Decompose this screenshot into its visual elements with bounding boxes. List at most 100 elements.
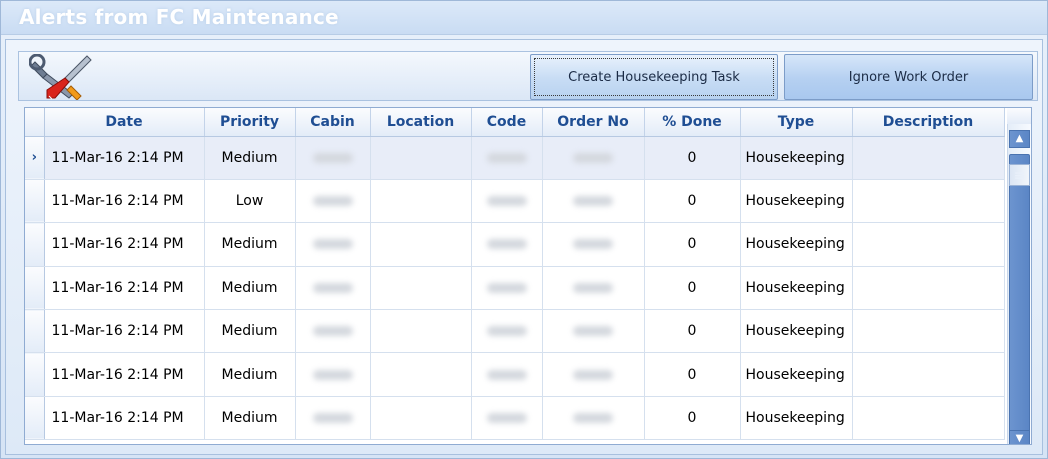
row-indicator[interactable]: › — [25, 136, 45, 180]
scroll-down-arrow-icon[interactable]: ▼ — [1009, 430, 1030, 444]
cell-date[interactable]: 11-Mar-16 2:14 PM — [44, 352, 205, 397]
row-indicator[interactable] — [25, 222, 45, 267]
cell-type[interactable]: Housekeeping — [740, 136, 853, 180]
cell-priority[interactable]: Medium — [204, 222, 296, 267]
cell-cabin[interactable] — [295, 396, 371, 441]
cell-order-no[interactable] — [542, 179, 645, 224]
cell-cabin[interactable] — [295, 266, 371, 311]
cell-priority[interactable]: Medium — [204, 266, 296, 311]
cell-order-no[interactable] — [542, 396, 645, 441]
cell-code[interactable] — [471, 222, 543, 267]
cell-order-no[interactable] — [542, 222, 645, 267]
cell-order-no[interactable] — [542, 309, 645, 354]
create-housekeeping-task-button[interactable]: Create Housekeeping Task — [530, 54, 778, 100]
cell-order-no[interactable] — [542, 352, 645, 397]
cell-cabin[interactable] — [295, 179, 371, 224]
redacted-value — [486, 369, 527, 380]
cell-description[interactable] — [852, 266, 1005, 311]
cell-code[interactable] — [471, 309, 543, 354]
cell-date[interactable]: 11-Mar-16 2:14 PM — [44, 396, 205, 441]
table-row[interactable]: 11-Mar-16 2:14 PM Medium 0 Housekeeping — [25, 309, 1005, 354]
cell-code[interactable] — [471, 352, 543, 397]
column-header-cabin[interactable]: Cabin — [295, 108, 371, 137]
table-row[interactable]: 11-Mar-16 2:14 PM Low 0 Housekeeping — [25, 179, 1005, 224]
column-header-description[interactable]: Description — [852, 108, 1005, 137]
cell-order-no[interactable] — [542, 266, 645, 311]
cell-type[interactable]: Housekeeping — [740, 396, 853, 441]
cell-cabin[interactable] — [295, 352, 371, 397]
row-indicator[interactable] — [25, 352, 45, 397]
cell-priority[interactable]: Medium — [204, 309, 296, 354]
row-indicator[interactable] — [25, 396, 45, 441]
cell-location[interactable] — [370, 309, 472, 354]
table-row[interactable]: 11-Mar-16 2:14 PM Medium 0 Housekeeping — [25, 222, 1005, 267]
table-row[interactable]: › 11-Mar-16 2:14 PM Medium 0 Housekeeping — [25, 136, 1005, 180]
cell-percent-done[interactable]: 0 — [644, 352, 741, 397]
table-row[interactable]: 11-Mar-16 2:14 PM Medium 0 Housekeeping — [25, 352, 1005, 397]
column-header-date[interactable]: Date — [44, 108, 205, 137]
cell-date[interactable]: 11-Mar-16 2:14 PM — [44, 179, 205, 224]
cell-priority[interactable]: Medium — [204, 396, 296, 441]
cell-priority[interactable]: Medium — [204, 352, 296, 397]
cell-description[interactable] — [852, 179, 1005, 224]
column-header-code[interactable]: Code — [471, 108, 543, 137]
cell-description[interactable] — [852, 309, 1005, 354]
redacted-value — [486, 413, 527, 424]
vertical-scrollbar[interactable]: ▲ ≡ ▼ — [1007, 124, 1031, 444]
cell-priority[interactable]: Low — [204, 179, 296, 224]
cell-description[interactable] — [852, 396, 1005, 441]
scroll-thumb[interactable] — [1009, 154, 1030, 444]
cell-date[interactable]: 11-Mar-16 2:14 PM — [44, 136, 205, 180]
column-header-priority[interactable]: Priority — [204, 108, 296, 137]
cell-type[interactable]: Housekeeping — [740, 309, 853, 354]
cell-date[interactable]: 11-Mar-16 2:14 PM — [44, 266, 205, 311]
table-row[interactable]: 11-Mar-16 2:14 PM Medium 0 Housekeeping — [25, 396, 1005, 441]
column-header-type[interactable]: Type — [740, 108, 853, 137]
cell-order-no[interactable] — [542, 136, 645, 180]
cell-type[interactable]: Housekeeping — [740, 179, 853, 224]
cell-percent-done[interactable]: 0 — [644, 136, 741, 180]
cell-type[interactable]: Housekeeping — [740, 266, 853, 311]
column-header-location[interactable]: Location — [370, 108, 472, 137]
column-header-order-no[interactable]: Order No — [542, 108, 645, 137]
cell-location[interactable] — [370, 222, 472, 267]
cell-description[interactable] — [852, 136, 1005, 180]
cell-type[interactable]: Housekeeping — [740, 222, 853, 267]
cell-percent-done[interactable]: 0 — [644, 222, 741, 267]
alerts-panel: Create Housekeeping Task Ignore Work Ord… — [5, 39, 1043, 455]
cell-priority[interactable]: Medium — [204, 136, 296, 180]
cell-code[interactable] — [471, 179, 543, 224]
cell-code[interactable] — [471, 396, 543, 441]
table-row[interactable]: 11-Mar-16 2:14 PM Medium 0 Housekeeping — [25, 266, 1005, 311]
title-bar: Alerts from FC Maintenance — [1, 1, 1047, 35]
cell-percent-done[interactable]: 0 — [644, 266, 741, 311]
row-indicator[interactable] — [25, 309, 45, 354]
cell-percent-done[interactable]: 0 — [644, 309, 741, 354]
cell-description[interactable] — [852, 352, 1005, 397]
column-header-percent-done[interactable]: % Done — [644, 108, 741, 137]
row-indicator[interactable] — [25, 266, 45, 311]
tools-icon — [28, 53, 93, 101]
cell-location[interactable] — [370, 136, 472, 180]
scroll-grip-icon[interactable]: ≡ — [1009, 164, 1030, 186]
cell-description[interactable] — [852, 222, 1005, 267]
cell-type[interactable]: Housekeeping — [740, 352, 853, 397]
cell-location[interactable] — [370, 352, 472, 397]
cell-cabin[interactable] — [295, 222, 371, 267]
row-indicator[interactable] — [25, 179, 45, 224]
cell-location[interactable] — [370, 266, 472, 311]
cell-code[interactable] — [471, 266, 543, 311]
cell-cabin[interactable] — [295, 309, 371, 354]
ignore-work-order-button[interactable]: Ignore Work Order — [784, 54, 1033, 100]
toolbar: Create Housekeeping Task Ignore Work Ord… — [18, 51, 1038, 101]
cell-percent-done[interactable]: 0 — [644, 179, 741, 224]
cell-location[interactable] — [370, 179, 472, 224]
cell-date[interactable]: 11-Mar-16 2:14 PM — [44, 222, 205, 267]
redacted-value — [573, 282, 613, 293]
cell-code[interactable] — [471, 136, 543, 180]
cell-date[interactable]: 11-Mar-16 2:14 PM — [44, 309, 205, 354]
cell-location[interactable] — [370, 396, 472, 441]
cell-percent-done[interactable]: 0 — [644, 396, 741, 441]
cell-cabin[interactable] — [295, 136, 371, 180]
scroll-up-arrow-icon[interactable]: ▲ — [1009, 130, 1030, 148]
